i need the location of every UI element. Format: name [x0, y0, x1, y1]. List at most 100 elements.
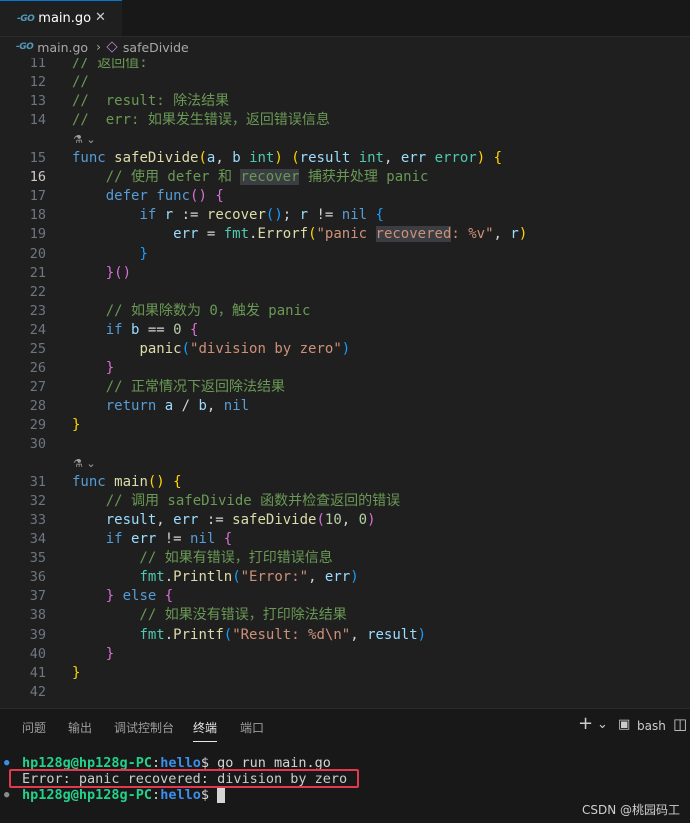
code-text: } [72, 664, 81, 681]
code-line: 18 if r := recover(); r != nil { [0, 206, 690, 225]
code-line: 40 } [0, 645, 690, 664]
code-line: 42 [0, 683, 690, 702]
close-icon[interactable]: ✕ [95, 10, 106, 25]
code-lens-icon[interactable]: ⚗ ⌄ [73, 133, 96, 146]
code-line: 38 // 如果没有错误，打印除法结果 [0, 606, 690, 625]
code-text: // 调用 safeDivide 函数并检查返回的错误 [72, 493, 401, 510]
code-line: 26 } [0, 359, 690, 378]
tab-title: main.go [38, 11, 92, 26]
terminal-cursor [217, 787, 226, 803]
error-highlight-box [9, 769, 359, 788]
breadcrumb-file[interactable]: main.go [37, 40, 88, 55]
code-text: err = fmt.Errorf("panic recovered: %v", … [173, 226, 528, 243]
code-text: return a / b, nil [105, 397, 250, 414]
code-line: 25 panic("division by zero") [0, 340, 690, 359]
terminal-line: hp128g@hp128g-PC:hello$ [22, 787, 226, 804]
code-line: 24 if b == 0 { [0, 321, 690, 340]
tab-main-go[interactable]: -GO main.go ✕ [0, 0, 122, 36]
code-text: // 使用 defer 和 recover 捕获并处理 panic [72, 169, 429, 186]
code-line: 12 // [0, 73, 690, 92]
line-number: 25 [29, 340, 46, 357]
split-terminal-icon[interactable]: ◫ [673, 715, 687, 733]
chevron-down-icon[interactable]: ⌄ [597, 717, 608, 732]
line-number: 32 [29, 493, 46, 510]
line-number: 11 [29, 58, 46, 71]
line-number: 13 [29, 93, 46, 110]
code-text: // result: 除法结果 [72, 93, 230, 110]
code-text: result, err := safeDivide(10, 0) [105, 512, 376, 529]
code-text: panic("division by zero") [139, 340, 351, 357]
code-editor[interactable]: 11 // 返回值: 12 // 13 // result: 除法结果 14 // err: … [0, 58, 690, 708]
line-number: 41 [29, 664, 46, 681]
line-number: 34 [29, 531, 46, 548]
line-number: 28 [29, 397, 46, 414]
tab-debug-console[interactable]: 调试控制台 [114, 719, 174, 736]
watermark: CSDN @桃园码工 [581, 803, 680, 817]
line-number: 23 [29, 302, 46, 319]
code-lens-icon[interactable]: ⚗ ⌄ [73, 457, 96, 470]
tab-output[interactable]: 输出 [68, 719, 92, 736]
code-text: // 返回值: [72, 58, 148, 71]
code-text: if err != nil { [105, 531, 233, 548]
code-line: 11 // 返回值: [0, 58, 690, 73]
code-line: 39 fmt.Printf("Result: %d\n", result) [0, 626, 690, 645]
symbol-method-icon [106, 41, 118, 53]
code-line: 33 result, err := safeDivide(10, 0) [0, 511, 690, 530]
code-text: // 如果有错误，打印错误信息 [72, 550, 333, 567]
code-line: 15 func safeDivide(a, b int) (result int,… [0, 149, 690, 168]
go-file-icon: -GO [17, 13, 35, 24]
code-text: if r := recover(); r != nil { [139, 207, 384, 224]
code-text: } else { [105, 588, 174, 605]
code-line: 28 return a / b, nil [0, 397, 690, 416]
shell-name[interactable]: bash [637, 719, 666, 733]
bottom-panel: 问题 输出 调试控制台 终端 端口 + ⌄ ▣ bash ◫ ● hp128g@… [0, 708, 690, 823]
tab-ports[interactable]: 端口 [240, 719, 264, 736]
line-number: 26 [29, 359, 46, 376]
code-text: } [105, 645, 115, 662]
new-terminal-button[interactable]: + [578, 713, 593, 734]
go-file-icon: -GO [16, 42, 34, 52]
code-line: 23 // 如果除数为 0，触发 panic [0, 302, 690, 321]
code-text: // err: 如果发生错误，返回错误信息 [72, 112, 330, 129]
line-number: 15 [29, 150, 46, 167]
line-number: 33 [29, 512, 46, 529]
code-line: 21 }() [0, 264, 690, 283]
code-line: 13 // result: 除法结果 [0, 92, 690, 111]
code-line: 34 if err != nil { [0, 530, 690, 549]
line-number: 37 [29, 588, 46, 605]
line-number: 22 [29, 283, 46, 300]
code-line: 14 // err: 如果发生错误，返回错误信息 [0, 111, 690, 130]
breadcrumb: -GO main.go › safeDivide [0, 36, 690, 58]
code-line: 29} [0, 416, 690, 435]
code-text: if b == 0 { [105, 321, 199, 338]
line-number: 21 [29, 264, 46, 281]
line-number: 20 [29, 245, 46, 262]
line-number: 17 [29, 188, 46, 205]
code-line: 19 err = fmt.Errorf("panic recovered: %v… [0, 225, 690, 244]
code-text: } [139, 245, 148, 262]
breadcrumb-symbol[interactable]: safeDivide [123, 40, 189, 55]
tab-problems[interactable]: 问题 [22, 719, 46, 736]
line-number: 12 [29, 74, 46, 91]
line-number: 30 [29, 436, 46, 452]
terminal-icon: ▣ [618, 717, 631, 732]
line-number: 31 [29, 474, 46, 491]
line-number: 35 [29, 550, 46, 567]
code-text: defer func() { [105, 188, 224, 205]
code-text: // 如果除数为 0，触发 panic [72, 302, 311, 319]
tab-terminal[interactable]: 终端 [193, 719, 218, 742]
code-line: 35 // 如果有错误，打印错误信息 [0, 549, 690, 568]
code-text: // 如果没有错误，打印除法结果 [72, 607, 347, 624]
code-text: fmt.Println("Error:", err) [139, 569, 359, 586]
line-number: 39 [29, 626, 46, 643]
code-line: 16 // 使用 defer 和 recover 捕获并处理 panic [0, 168, 690, 187]
code-line: 41} [0, 664, 690, 683]
editor-tab-bar: -GO main.go ✕ [0, 0, 690, 37]
code-text: func main() { [72, 474, 182, 491]
line-number: 24 [29, 321, 46, 338]
line-number: 19 [29, 226, 46, 243]
code-line: 17 defer func() { [0, 187, 690, 206]
code-line: 37 } else { [0, 587, 690, 606]
code-text: }() [105, 264, 132, 281]
code-line: 31 func main() { [0, 473, 690, 492]
